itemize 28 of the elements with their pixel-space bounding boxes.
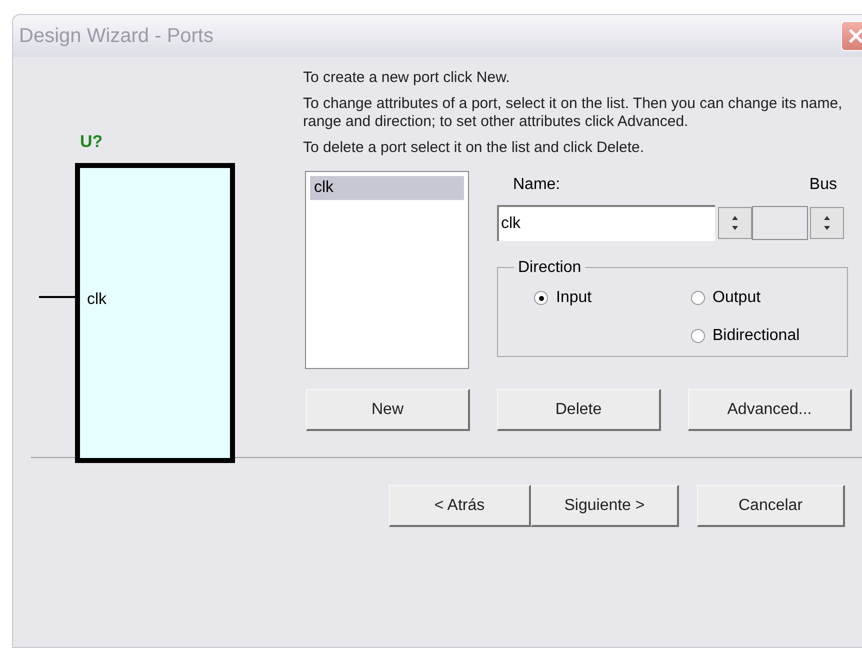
bus-range-box	[752, 206, 808, 240]
instruction-text: To create a new port click New.	[303, 69, 511, 87]
close-button[interactable]	[841, 21, 862, 51]
name-field[interactable]: clk	[497, 205, 715, 241]
back-button[interactable]: < Atrás	[389, 485, 531, 527]
radio-option[interactable]: Bidirectional	[690, 324, 847, 348]
radio-option[interactable]: Input	[534, 286, 690, 310]
delete-button[interactable]: Delete	[497, 389, 661, 431]
cancel-button[interactable]: Cancelar	[697, 485, 845, 527]
port-list[interactable]: clk	[305, 171, 469, 369]
window-title: Design Wizard - Ports	[19, 24, 214, 49]
next-button[interactable]: Siguiente >	[531, 485, 679, 527]
instruction-text: To delete a port select it on the list and click Delete.	[303, 139, 646, 157]
advanced-button[interactable]: Advanced...	[688, 389, 852, 431]
pin-line	[39, 296, 76, 298]
instruction-text: To change attributes of a port, select it on the list. Then you can change its name, range and direction; to set other attributes click Advanced.	[303, 95, 843, 131]
range-end-spinner[interactable]	[810, 207, 844, 239]
spin-arrows-icon	[822, 214, 832, 232]
new-button[interactable]: New	[306, 389, 470, 431]
range-start-spinner[interactable]	[718, 207, 752, 239]
spin-arrows-icon	[730, 214, 740, 232]
component-reference: U?	[80, 131, 103, 153]
pin-label: clk	[87, 290, 107, 310]
port-list-item[interactable]: clk	[310, 176, 464, 200]
close-icon	[847, 27, 862, 45]
radio-option[interactable]: Output	[690, 286, 847, 310]
bus-label: Bus	[809, 175, 837, 195]
name-label: Name:	[513, 175, 560, 195]
